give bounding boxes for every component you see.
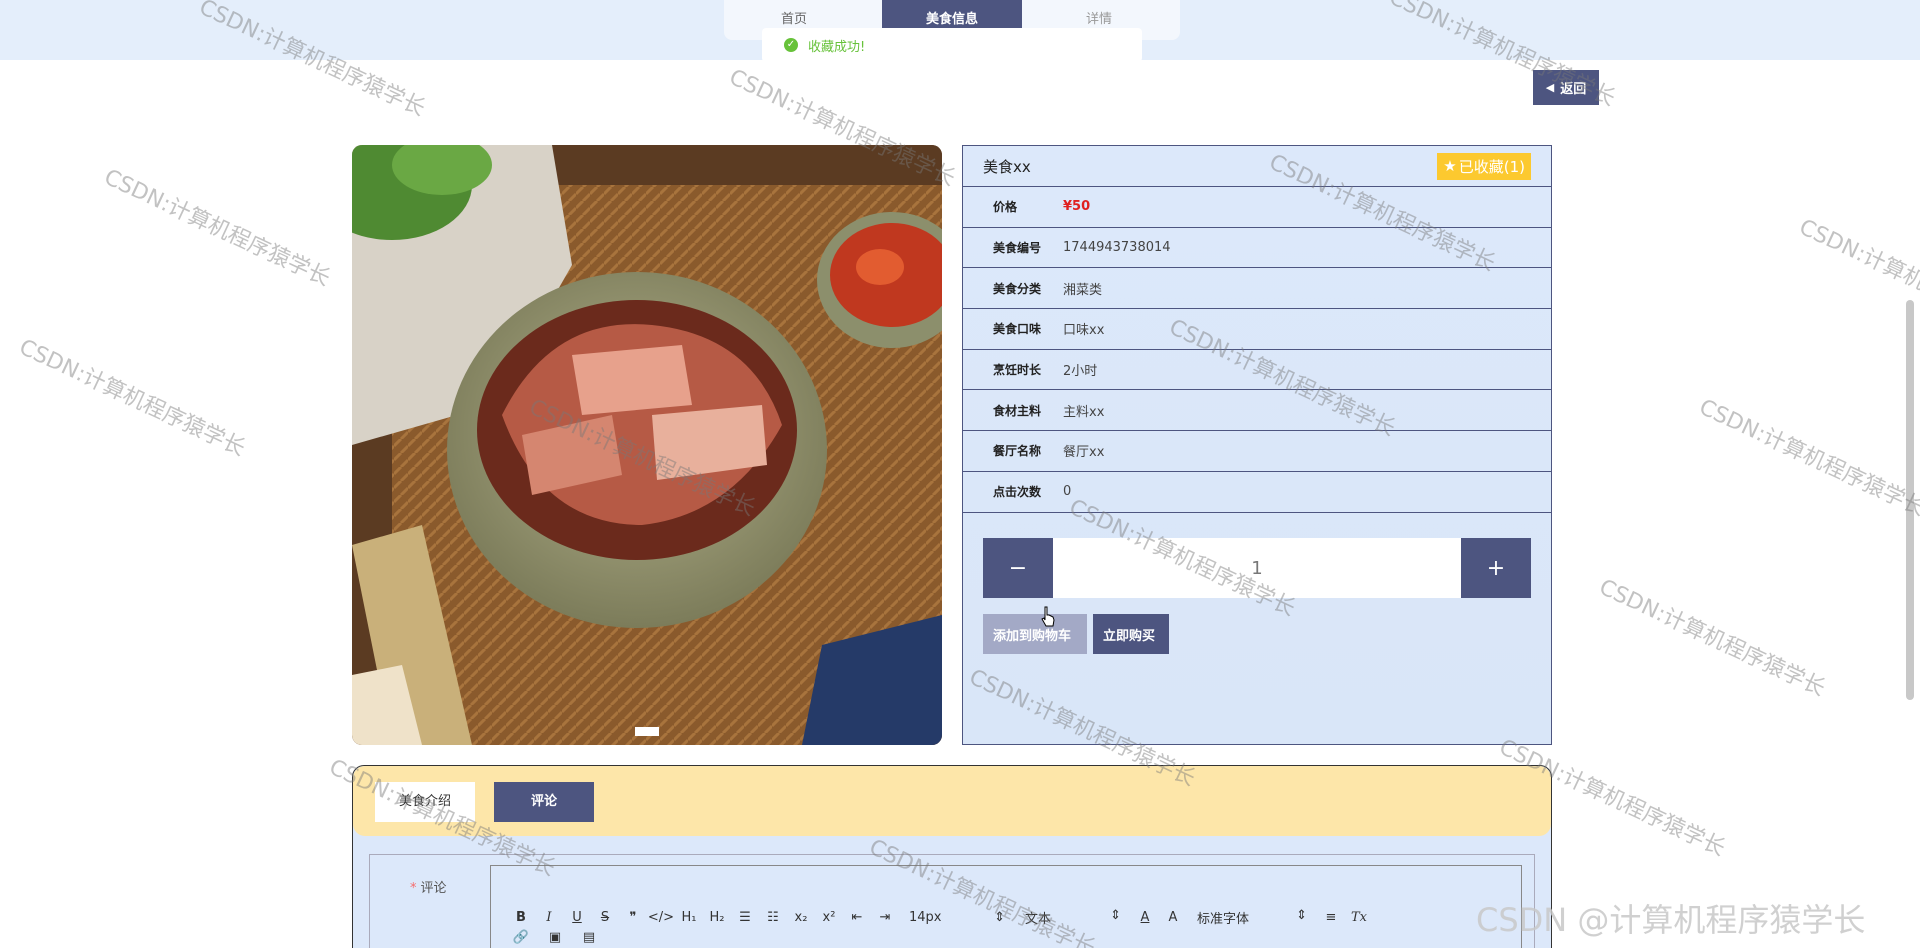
background-color-icon[interactable]: A — [1159, 910, 1187, 925]
price-value: ¥50 — [1063, 199, 1091, 215]
outdent-icon[interactable]: ⇤ — [843, 910, 871, 925]
star-icon: ★ — [1443, 157, 1457, 175]
link-icon[interactable]: 🔗 — [507, 930, 535, 945]
detail-label: 餐厅名称 — [993, 444, 1042, 459]
quantity-stepper: − + — [983, 538, 1531, 598]
detail-label: 美食分类 — [993, 281, 1042, 296]
corner-watermark: CSDN @计算机程序猿学长 — [1476, 901, 1866, 939]
favorite-button[interactable]: ★ 已收藏(1) — [1437, 152, 1531, 180]
ordered-list-icon[interactable]: ☰ — [731, 910, 759, 925]
tab-comment[interactable]: 评论 — [494, 782, 594, 822]
back-label: 返回 — [1560, 82, 1587, 97]
detail-tabs-section: 美食介绍 评论 * 评论 B I U S ❞ </> H₁ H₂ ☰ ☷ x₂ x… — [352, 765, 1552, 948]
watermark: CSDN:计算机程序猿学长 — [15, 334, 249, 462]
font-size-value: 14px — [909, 910, 942, 925]
watermark: CSDN:计算机程序猿学长 — [1695, 394, 1920, 522]
required-mark: * — [410, 881, 417, 896]
editor-toolbar: B I U S ❞ </> H₁ H₂ ☰ ☷ x₂ x² ⇤ ⇥ 14px ⇕ — [507, 908, 1373, 927]
tab-bar: 美食介绍 评论 — [353, 766, 1551, 836]
video-icon[interactable]: ▤ — [575, 930, 603, 945]
detail-value: 口味xx — [1063, 323, 1105, 339]
indent-icon[interactable]: ⇥ — [871, 910, 899, 925]
detail-value: 湘菜类 — [1063, 282, 1103, 298]
page-scrollbar[interactable] — [1906, 300, 1914, 700]
detail-row-clicks: 点击次数 0 — [963, 472, 1551, 513]
detail-row-price: 价格 ¥50 — [963, 187, 1551, 228]
product-image-carousel[interactable] — [352, 145, 942, 745]
bullet-list-icon[interactable]: ☷ — [759, 910, 787, 925]
bold-button[interactable]: B — [507, 910, 535, 925]
superscript-button[interactable]: x² — [815, 910, 843, 925]
check-circle-icon: ✓ — [784, 38, 798, 52]
purchase-actions: 添加到购物车 立即购买 — [983, 614, 1169, 654]
food-photo — [352, 145, 942, 745]
detail-label: 点击次数 — [993, 485, 1042, 500]
comment-label-text: 评论 — [420, 881, 447, 896]
watermark: CSDN:计算机程序猿学长 — [100, 164, 334, 292]
detail-row-cook-time: 烹饪时长 2小时 — [963, 350, 1551, 391]
editor-toolbar-row2: 🔗 ▣ ▤ — [507, 930, 603, 945]
chevron-left-icon: ◀ — [1545, 81, 1555, 94]
select-arrow-icon: ⇕ — [1110, 908, 1121, 923]
watermark: CSDN:计算机程序猿学长 — [1595, 574, 1829, 702]
toast-message: 收藏成功! — [808, 39, 866, 55]
back-button[interactable]: ◀ 返回 — [1533, 70, 1599, 105]
h2-button[interactable]: H₂ — [703, 910, 731, 925]
font-size-select[interactable]: 14px ⇕ — [909, 910, 1005, 925]
header-select[interactable]: 文本 ⇕ — [1025, 908, 1121, 927]
code-icon[interactable]: </> — [647, 910, 675, 925]
product-header: 美食xx ★ 已收藏(1) — [963, 146, 1551, 187]
h1-button[interactable]: H₁ — [675, 910, 703, 925]
quantity-input[interactable] — [1053, 538, 1461, 598]
detail-label: 价格 — [993, 200, 1018, 215]
add-to-cart-button[interactable]: 添加到购物车 — [983, 614, 1087, 654]
decrement-button[interactable]: − — [983, 538, 1053, 598]
font-family-select[interactable]: 标准字体 ⇕ — [1197, 908, 1307, 927]
font-family-value: 标准字体 — [1197, 912, 1250, 927]
increment-button[interactable]: + — [1461, 538, 1531, 598]
image-icon[interactable]: ▣ — [541, 930, 569, 945]
detail-value: 1744943738014 — [1063, 240, 1171, 256]
detail-row-ingredient: 食材主料 主料xx — [963, 390, 1551, 432]
watermark: CSDN:计算机程序猿学长 — [1795, 214, 1920, 342]
detail-label: 美食编号 — [993, 241, 1042, 256]
align-icon[interactable]: ≡ — [1317, 910, 1345, 925]
font-color-icon[interactable]: A — [1131, 910, 1159, 925]
italic-button[interactable]: I — [535, 910, 563, 925]
tab-food-intro[interactable]: 美食介绍 — [375, 782, 475, 822]
rich-text-editor[interactable]: B I U S ❞ </> H₁ H₂ ☰ ☷ x₂ x² ⇤ ⇥ 14px ⇕ — [490, 865, 1522, 948]
detail-row-restaurant: 餐厅名称 餐厅xx — [963, 431, 1551, 472]
detail-row-flavor: 美食口味 口味xx — [963, 309, 1551, 350]
success-toast: ✓ 收藏成功! — [762, 28, 1142, 62]
detail-label: 食材主料 — [993, 403, 1042, 418]
detail-value: 餐厅xx — [1063, 445, 1105, 461]
buy-now-button[interactable]: 立即购买 — [1093, 614, 1169, 654]
underline-button[interactable]: U — [563, 910, 591, 925]
detail-row-id: 美食编号 1744943738014 — [963, 228, 1551, 269]
hand-cursor-icon — [1041, 606, 1055, 627]
select-arrow-icon: ⇕ — [1296, 908, 1307, 923]
select-arrow-icon: ⇕ — [994, 910, 1005, 925]
favorite-label: 已收藏(1) — [1458, 157, 1525, 176]
detail-label: 美食口味 — [993, 322, 1042, 337]
carousel-indicator[interactable] — [635, 727, 659, 736]
clear-format-icon[interactable]: Tx — [1345, 910, 1373, 925]
detail-value: 0 — [1063, 484, 1072, 500]
product-title: 美食xx — [983, 157, 1031, 176]
header-value: 文本 — [1025, 912, 1052, 927]
detail-value: 2小时 — [1063, 364, 1098, 380]
comment-form: * 评论 B I U S ❞ </> H₁ H₂ ☰ ☷ x₂ x² ⇤ ⇥ 14… — [369, 854, 1535, 948]
subscript-button[interactable]: x₂ — [787, 910, 815, 925]
detail-row-category: 美食分类 湘菜类 — [963, 268, 1551, 310]
detail-value: 主料xx — [1063, 404, 1105, 420]
detail-label: 烹饪时长 — [993, 363, 1042, 378]
strike-button[interactable]: S — [591, 910, 619, 925]
quote-icon[interactable]: ❞ — [619, 910, 647, 925]
product-info-panel: 美食xx ★ 已收藏(1) 价格 ¥50 美食编号 1744943738014 … — [962, 145, 1552, 745]
comment-label: * 评论 — [410, 877, 447, 896]
